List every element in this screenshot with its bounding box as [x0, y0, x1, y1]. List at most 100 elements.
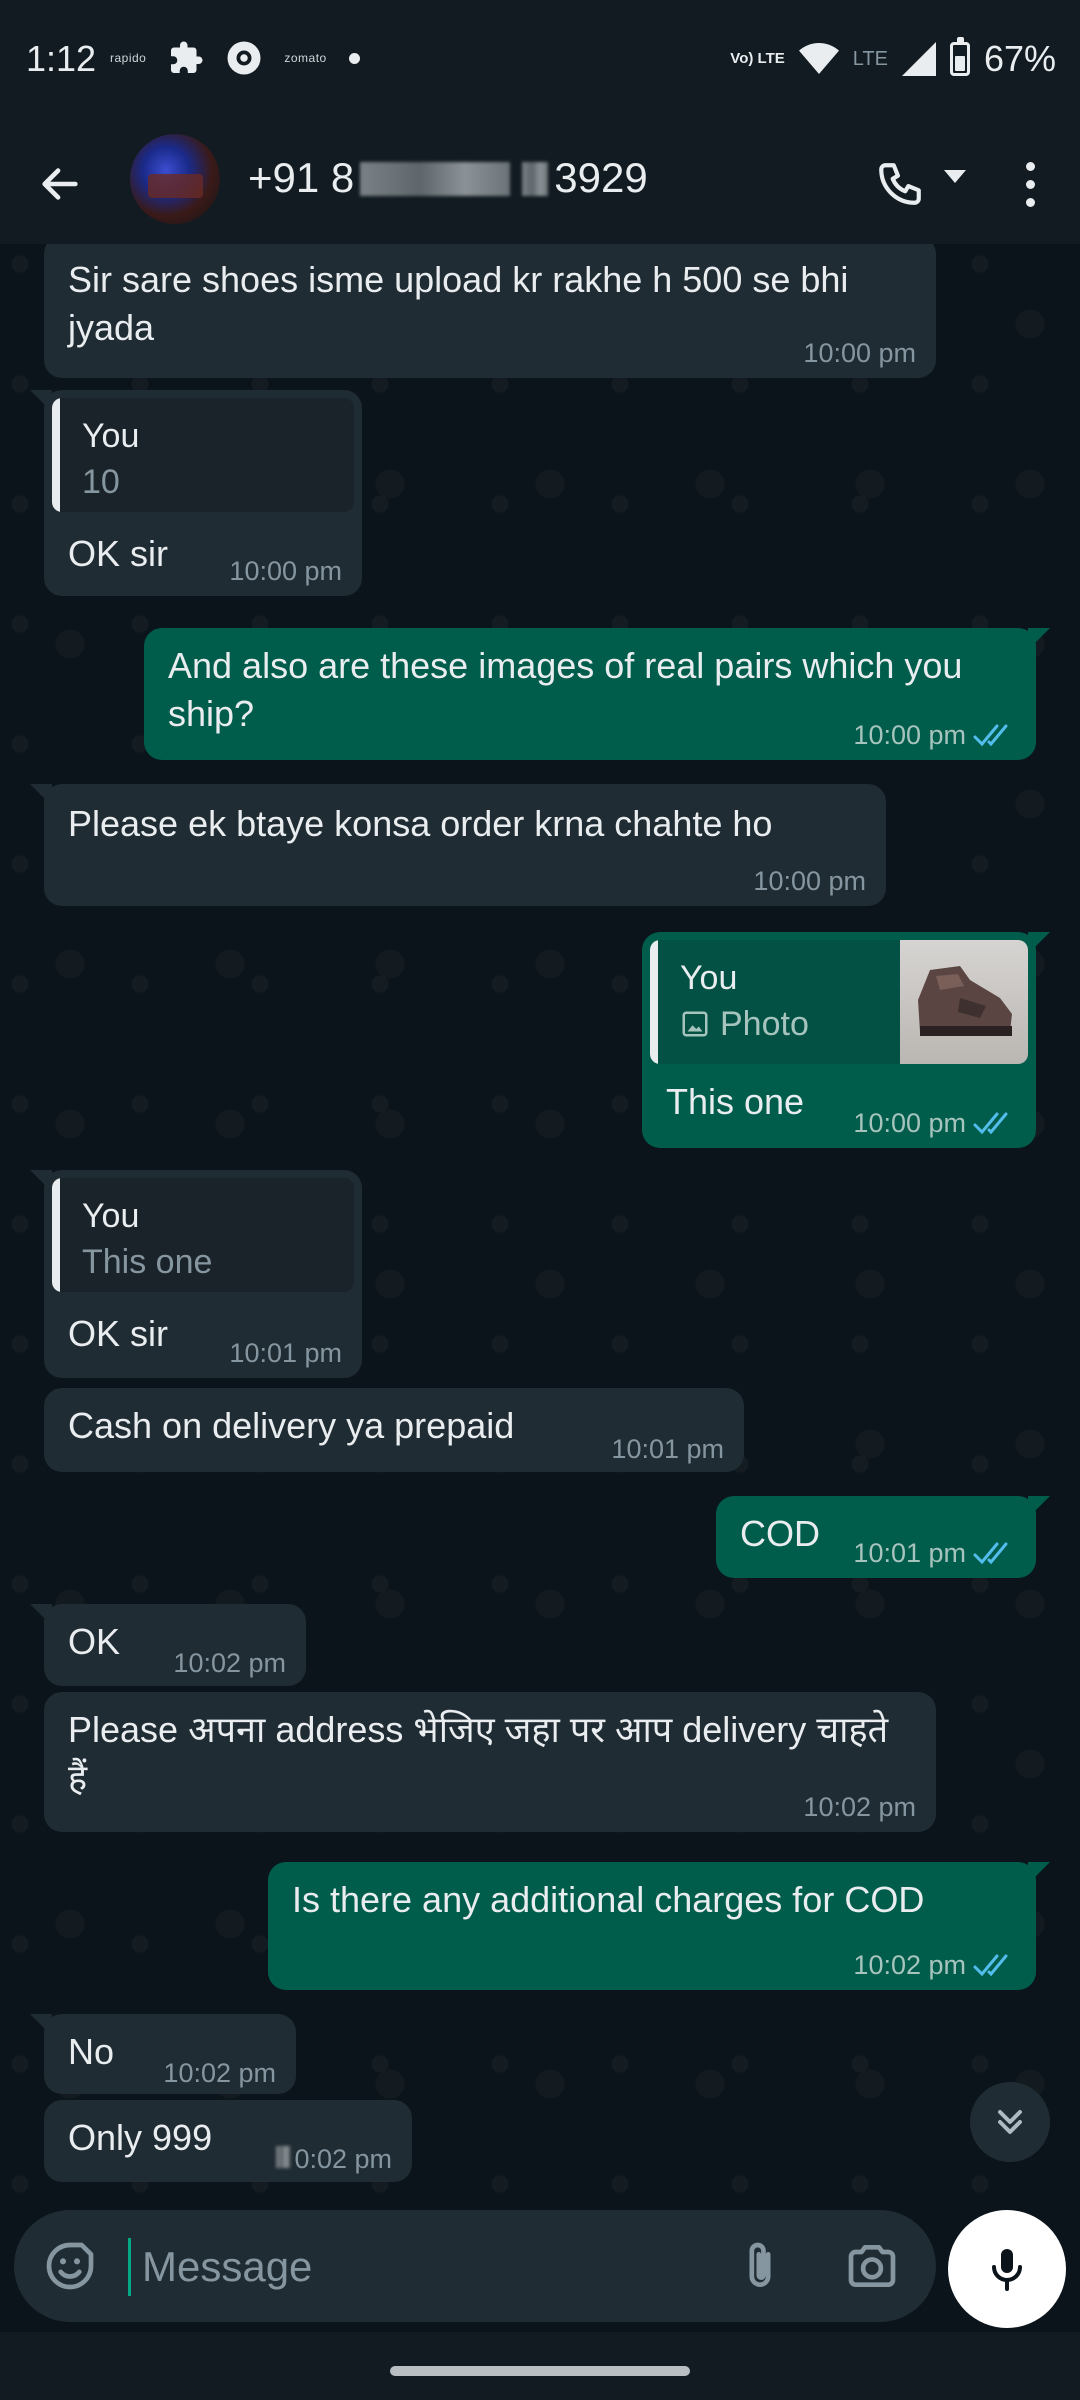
arrow-left-icon: [42, 168, 78, 200]
redacted-digit: [276, 2146, 290, 2168]
redacted-digits: [360, 162, 511, 196]
quoted-message[interactable]: You 10: [52, 398, 354, 512]
quoted-message[interactable]: You This one: [52, 1178, 354, 1292]
sticker-icon: [46, 2242, 94, 2290]
contact-name[interactable]: +91 8 3929: [248, 154, 648, 202]
message-time: 10:00 pm: [853, 720, 966, 750]
message-text: Cash on delivery ya prepaid: [68, 1405, 515, 1446]
quoted-photo-message[interactable]: You Photo: [650, 940, 1028, 1064]
microphone-icon: [992, 2249, 1022, 2291]
read-receipt-icon: [973, 1112, 1008, 1135]
message-text: COD: [740, 1513, 820, 1554]
scroll-to-bottom-button[interactable]: [970, 2082, 1050, 2162]
read-receipt-icon: [973, 1954, 1008, 1977]
more-notifications-dot: [348, 52, 360, 64]
quoted-author: You: [680, 959, 738, 997]
back-button[interactable]: [30, 154, 90, 214]
contact-number-suffix: 3929: [554, 154, 648, 201]
message-text: OK sir: [68, 1313, 169, 1354]
system-navigation-bar: [0, 2332, 1080, 2400]
status-bar: 1:12 rapido zomato Vo) LTE LTE 67%: [0, 0, 1080, 124]
double-chevron-down-icon: [998, 2110, 1022, 2134]
quoted-text: 10: [82, 463, 120, 501]
chat-messages[interactable]: Sir sare shoes isme upload kr rakhe h 50…: [0, 244, 1080, 2210]
message-text: OK sir: [68, 533, 169, 574]
signal-icon: [901, 42, 936, 76]
message-composer: [0, 2210, 1080, 2332]
volte-icon: Vo) LTE: [730, 50, 785, 67]
voice-call-button[interactable]: [868, 152, 932, 216]
outgoing-message[interactable]: You Photo This one 10:00 pm: [642, 932, 1050, 1148]
quoted-author: You: [82, 417, 140, 455]
sticker-emoji-button[interactable]: [42, 2238, 98, 2294]
camera-button[interactable]: [844, 2238, 900, 2294]
message-time: 10:00 pm: [803, 338, 916, 368]
puzzle-notification-icon: [171, 41, 203, 73]
contact-avatar[interactable]: [130, 134, 220, 224]
chat-app-notification-icon: [227, 41, 261, 75]
sneaker-image: [918, 966, 1012, 1036]
lte-label: LTE: [852, 47, 888, 70]
wifi-icon: [798, 43, 839, 74]
system-icons: Vo) LTE LTE 67%: [730, 37, 1056, 80]
more-options-button[interactable]: [1010, 152, 1050, 216]
incoming-message[interactable]: OK 10:02 pm: [30, 1604, 306, 1686]
quoted-photo-label: Photo: [680, 1000, 809, 1048]
message-text: This one: [666, 1081, 805, 1122]
message-time: 0:02 pm: [294, 2144, 392, 2174]
quoted-author: You: [82, 1197, 140, 1235]
battery-icon: [949, 37, 970, 76]
message-text: No: [68, 2031, 115, 2072]
quoted-text: This one: [82, 1243, 213, 1281]
incoming-message[interactable]: You This one OK sir 10:01 pm: [30, 1170, 362, 1378]
notification-icons: rapido zomato: [110, 40, 360, 76]
call-options-caret-icon[interactable]: [944, 170, 966, 183]
incoming-message[interactable]: You 10 OK sir 10:00 pm: [30, 390, 362, 596]
zomato-notification-icon: zomato: [284, 51, 327, 65]
message-text: Only 999: [68, 2117, 213, 2158]
message-text: Is there any additional charges for COD: [292, 1879, 925, 1920]
message-time: 10:01 pm: [611, 1434, 724, 1464]
text-cursor: [128, 2238, 131, 2296]
incoming-message[interactable]: Sir sare shoes isme upload kr rakhe h 50…: [44, 244, 936, 378]
message-time: 10:02 pm: [173, 1648, 286, 1678]
message-time: 10:01 pm: [229, 1338, 342, 1368]
message-text: OK: [68, 1621, 121, 1662]
incoming-message[interactable]: Please ek btaye konsa order krna chahte …: [30, 784, 886, 906]
message-time: 10:00 pm: [753, 866, 866, 896]
message-input[interactable]: [140, 2236, 704, 2298]
chat-header: +91 8 3929: [0, 124, 1080, 244]
image-icon: [682, 1011, 708, 1037]
message-time: 10:00 pm: [229, 556, 342, 586]
rapido-notification-icon: rapido: [110, 51, 147, 65]
incoming-message[interactable]: No 10:02 pm: [30, 2014, 296, 2094]
message-time: 10:02 pm: [803, 1792, 916, 1822]
message-time: 10:02 pm: [853, 1950, 966, 1980]
outgoing-message[interactable]: And also are these images of real pairs …: [144, 628, 1050, 760]
battery-percent: 67%: [983, 38, 1056, 79]
contact-number-prefix: +91 8: [248, 154, 355, 201]
message-text: Please अपना address भेजिए जहा पर आप deli…: [68, 1709, 889, 1798]
camera-icon: [848, 2245, 896, 2287]
status-time: 1:12: [26, 38, 97, 79]
incoming-message[interactable]: Please अपना address भेजिए जहा पर आप deli…: [44, 1692, 936, 1832]
message-text: Sir sare shoes isme upload kr rakhe h 50…: [68, 259, 849, 348]
phone-icon: [879, 163, 921, 205]
voice-message-button[interactable]: [948, 2210, 1066, 2328]
message-input-container[interactable]: [14, 2210, 936, 2322]
message-text: Please ek btaye konsa order krna chahte …: [68, 803, 773, 844]
read-receipt-icon: [973, 1542, 1008, 1565]
incoming-message[interactable]: Cash on delivery ya prepaid 10:01 pm: [44, 1388, 744, 1472]
redacted-digit: [522, 162, 549, 196]
attach-button[interactable]: [732, 2238, 788, 2294]
shoe-photo-thumbnail[interactable]: [900, 940, 1028, 1064]
paperclip-icon: [749, 2242, 771, 2287]
message-time: 10:02 pm: [163, 2058, 276, 2088]
outgoing-message[interactable]: COD 10:01 pm: [716, 1496, 1050, 1578]
message-time: 10:01 pm: [853, 1538, 966, 1568]
message-time: 10:00 pm: [853, 1108, 966, 1138]
read-receipt-icon: [973, 724, 1008, 747]
outgoing-message[interactable]: Is there any additional charges for COD …: [268, 1862, 1050, 1990]
incoming-message[interactable]: Only 999 0:02 pm: [44, 2100, 412, 2182]
home-gesture-handle[interactable]: [390, 2366, 690, 2376]
